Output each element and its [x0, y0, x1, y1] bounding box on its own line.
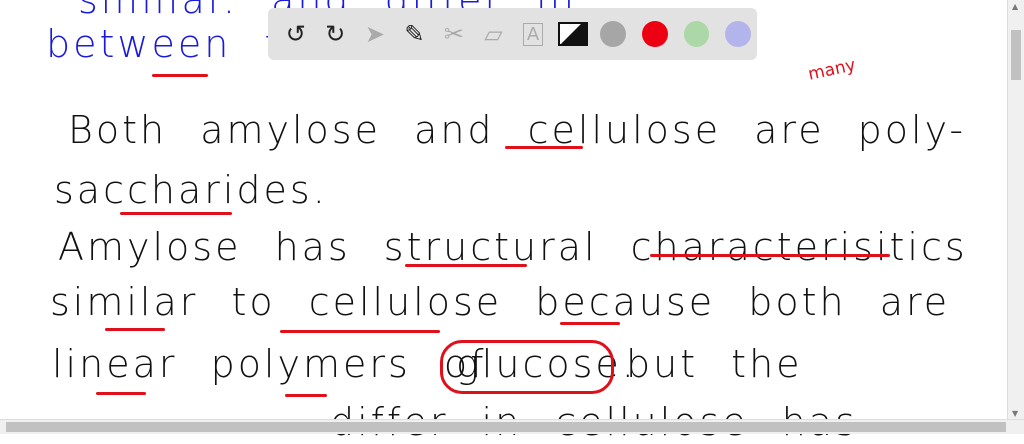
pointer-icon[interactable]: ➤ [357, 16, 393, 52]
scissors-icon[interactable]: ✂ [436, 16, 472, 52]
scroll-down-icon[interactable]: ▼ [1012, 409, 1018, 418]
note-line-4: similar to cellulose because both are [50, 280, 951, 324]
redo-icon[interactable]: ↻ [318, 16, 354, 52]
pen-icon[interactable]: ✎ [397, 16, 433, 52]
circle-annotation [440, 340, 614, 394]
underline [650, 254, 890, 257]
horizontal-scroll-thumb[interactable] [6, 422, 1006, 432]
note-line-5-a: linear polymers of [52, 342, 487, 386]
image-icon[interactable] [555, 16, 591, 52]
horizontal-scrollbar[interactable] [0, 419, 1024, 434]
underline [405, 264, 527, 267]
underline [120, 212, 232, 215]
note-line-2: saccharides. [54, 168, 328, 212]
annotation-many: many [806, 55, 858, 85]
vertical-scroll-thumb[interactable] [1011, 30, 1021, 80]
note-line-3: Amylose has structural characterisitics [58, 225, 968, 269]
drawing-toolbar: ↺ ↻ ➤ ✎ ✂ ▱ A [268, 8, 757, 60]
underline [96, 392, 146, 395]
underline [152, 74, 208, 77]
text-icon[interactable]: A [515, 16, 551, 52]
undo-icon[interactable]: ↺ [278, 16, 314, 52]
eraser-icon[interactable]: ▱ [476, 16, 512, 52]
underline [560, 322, 620, 325]
underline [505, 146, 583, 149]
color-purple-swatch[interactable] [725, 21, 752, 47]
note-line-5: linear polymers of [52, 342, 487, 386]
underline [285, 394, 327, 397]
underline [105, 328, 165, 331]
scroll-up-icon[interactable]: ▲ [1012, 2, 1018, 11]
color-gray-swatch[interactable] [600, 21, 627, 47]
vertical-scrollbar[interactable]: ▲ ▼ [1007, 0, 1024, 420]
underline [280, 330, 440, 333]
color-green-swatch[interactable] [683, 21, 710, 47]
note-line-5-b: but the [626, 342, 803, 386]
color-red-swatch[interactable] [642, 21, 668, 47]
